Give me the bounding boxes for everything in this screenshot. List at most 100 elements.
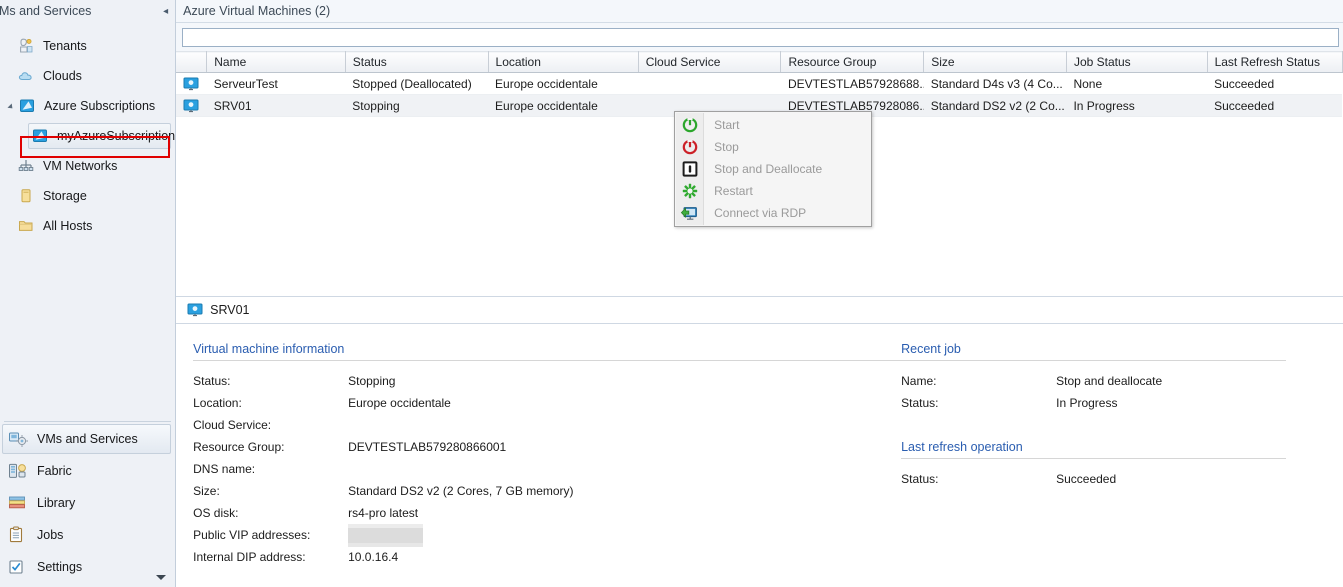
sidebar-nav-label: Settings	[37, 560, 82, 574]
library-icon	[8, 494, 28, 512]
detail-title-text: SRV01	[210, 303, 249, 317]
detail-key: Location:	[193, 392, 348, 414]
detail-value: 10.0.16.4	[348, 546, 398, 568]
detail-value: Standard DS2 v2 (2 Cores, 7 GB memory)	[348, 480, 573, 502]
rdp-connect-icon	[680, 205, 700, 221]
context-menu-item-connect-via-rdp[interactable]: Connect via RDP	[675, 202, 871, 224]
context-menu[interactable]: Start Stop	[674, 111, 872, 227]
sidebar-item-label: Tenants	[43, 39, 87, 53]
sidebar-nav-fabric[interactable]: Fabric	[0, 455, 175, 487]
cell-size: Standard D4s v3 (4 Co...	[924, 73, 1067, 95]
column-header-icon[interactable]	[176, 52, 207, 73]
row-vm-icon-cell	[176, 73, 207, 95]
detail-key: Resource Group:	[193, 436, 348, 458]
sidebar-item-label: myAzureSubscription	[57, 129, 175, 143]
column-header-name[interactable]: Name	[207, 52, 346, 73]
row-vm-icon-cell	[176, 95, 207, 117]
sidebar-item-tenants[interactable]: Tenants	[0, 31, 175, 61]
detail-pane: SRV01 Virtual machine information Status…	[176, 297, 1343, 587]
storage-icon	[18, 188, 36, 204]
sidebar-item-vm-networks[interactable]: VM Networks	[0, 151, 175, 181]
redaction-box	[348, 528, 423, 543]
cell-job-status: None	[1066, 73, 1207, 95]
sidebar-item-label: All Hosts	[43, 219, 92, 233]
detail-row-size: Size: Standard DS2 v2 (2 Cores, 7 GB mem…	[193, 480, 901, 502]
column-header-last-refresh-status[interactable]: Last Refresh Status	[1207, 52, 1342, 73]
detail-row-location: Location: Europe occidentale	[193, 392, 901, 414]
context-menu-item-stop-and-deallocate[interactable]: Stop and Deallocate	[675, 158, 871, 180]
vm-information-section: Virtual machine information Status: Stop…	[176, 342, 901, 568]
sidebar-nav-label: Library	[37, 496, 75, 510]
context-menu-item-label: Stop	[714, 140, 739, 154]
detail-title-bar: SRV01	[176, 297, 1343, 324]
sidebar-item-storage[interactable]: Storage	[0, 181, 175, 211]
detail-row-internal-dip-address: Internal DIP address: 10.0.16.4	[193, 546, 901, 568]
detail-body: Virtual machine information Status: Stop…	[176, 324, 1343, 568]
detail-value: DEVTESTLAB579280866001	[348, 436, 506, 458]
sidebar-item-clouds[interactable]: Clouds	[0, 61, 175, 91]
context-menu-item-restart[interactable]: Restart	[675, 180, 871, 202]
azure-subscription-icon	[19, 98, 37, 114]
settings-icon	[8, 558, 28, 576]
recent-job-row-status: Status: In Progress	[901, 392, 1286, 414]
virtual-machine-icon	[183, 77, 199, 91]
cell-last-refresh-status: Succeeded	[1207, 73, 1342, 95]
sidebar-item-myazuresubscription[interactable]: myAzureSubscription	[0, 121, 175, 151]
expander-triangle-icon[interactable]	[8, 101, 18, 111]
detail-key: Public VIP addresses:	[193, 524, 348, 546]
table-row[interactable]: ServeurTest Stopped (Deallocated) Europe…	[176, 73, 1342, 95]
column-header-status[interactable]: Status	[345, 52, 488, 73]
sidebar-nav: VMs and Services Fabric	[0, 421, 175, 587]
sidebar-nav-settings[interactable]: Settings	[0, 551, 175, 583]
last-refresh-row-status: Status: Succeeded	[901, 468, 1286, 490]
detail-value: Stop and deallocate	[1056, 370, 1162, 392]
detail-key: Size:	[193, 480, 348, 502]
search-box[interactable]	[182, 28, 1339, 47]
cell-last-refresh-status: Succeeded	[1207, 95, 1342, 117]
stop-deallocate-icon	[680, 161, 700, 177]
detail-key: Status:	[193, 370, 348, 392]
detail-value: Succeeded	[1056, 468, 1116, 490]
sidebar-tree: Tenants Clouds	[0, 23, 175, 241]
detail-row-status: Status: Stopping	[193, 370, 901, 392]
detail-key: Status:	[901, 468, 1056, 490]
column-header-job-status[interactable]: Job Status	[1066, 52, 1207, 73]
section-gap	[901, 414, 1286, 440]
power-stop-icon	[680, 139, 700, 155]
main-content: Azure Virtual Machines (2) Name St	[176, 0, 1343, 587]
right-detail-column: Recent job Name: Stop and deallocate Sta…	[901, 342, 1286, 568]
context-menu-item-start[interactable]: Start	[675, 114, 871, 136]
detail-row-public-vip-addresses: Public VIP addresses:	[193, 524, 901, 546]
detail-key: Name:	[901, 370, 1056, 392]
recent-job-row-name: Name: Stop and deallocate	[901, 370, 1286, 392]
sidebar-nav-jobs[interactable]: Jobs	[0, 519, 175, 551]
column-header-resource-group[interactable]: Resource Group	[781, 52, 924, 73]
sidebar-item-label: Clouds	[43, 69, 82, 83]
detail-row-cloud-service: Cloud Service:	[193, 414, 901, 436]
sidebar-header: Ms and Services ◂	[0, 0, 175, 23]
sidebar-item-all-hosts[interactable]: All Hosts	[0, 211, 175, 241]
detail-value: In Progress	[1056, 392, 1117, 414]
azure-subscription-icon	[32, 128, 50, 144]
sidebar-nav-label: Jobs	[37, 528, 63, 542]
application-window: Ms and Services ◂ Tenants	[0, 0, 1343, 587]
chevron-left-icon[interactable]: ◂	[163, 0, 175, 23]
detail-row-os-disk: OS disk: rs4-pro latest	[193, 502, 901, 524]
sidebar-spacer	[0, 241, 175, 421]
sidebar-nav-library[interactable]: Library	[0, 487, 175, 519]
column-header-location[interactable]: Location	[488, 52, 638, 73]
context-menu-item-stop[interactable]: Stop	[675, 136, 871, 158]
virtual-machine-icon	[187, 303, 203, 317]
detail-key: Status:	[901, 392, 1056, 414]
chevron-down-icon[interactable]	[155, 571, 167, 583]
sidebar-item-azure-subscriptions[interactable]: Azure Subscriptions	[0, 91, 175, 121]
cell-status: Stopped (Deallocated)	[345, 73, 488, 95]
filter-bar	[176, 23, 1343, 51]
search-input[interactable]	[183, 29, 1338, 46]
column-header-cloud-service[interactable]: Cloud Service	[638, 52, 781, 73]
cell-resource-group: DEVTESTLAB57928688...	[781, 73, 924, 95]
column-header-size[interactable]: Size	[924, 52, 1067, 73]
sidebar-nav-vms-and-services[interactable]: VMs and Services	[0, 423, 175, 455]
detail-value-redacted	[348, 524, 423, 546]
page-title: Azure Virtual Machines (2)	[176, 0, 1343, 23]
